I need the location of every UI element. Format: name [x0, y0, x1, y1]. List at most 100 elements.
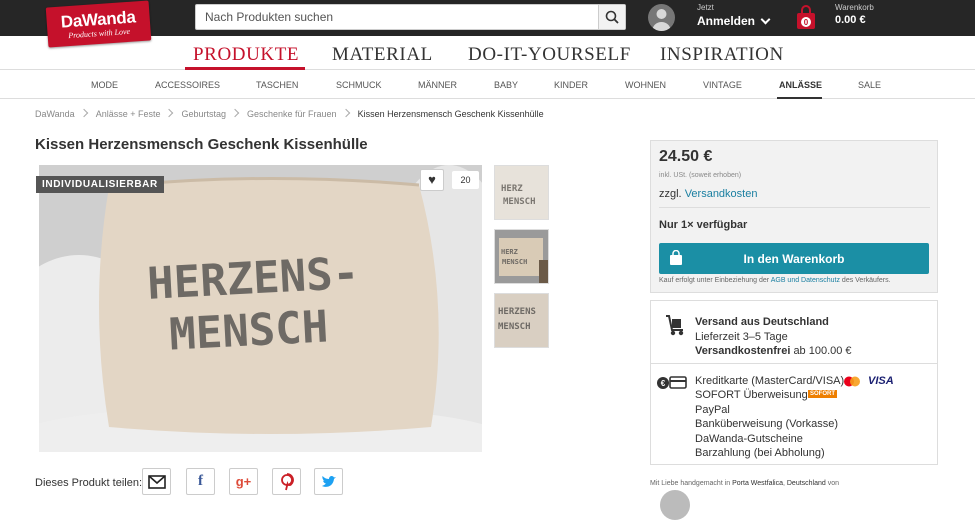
hand-truck-icon: [666, 315, 684, 336]
chevron-right-icon: [79, 108, 88, 118]
envelope-icon: [147, 475, 166, 489]
category-accessoires[interactable]: ACCESSOIRES: [155, 80, 220, 90]
cart-link[interactable]: Warenkorb 0.00 €: [835, 3, 874, 26]
category-schmuck[interactable]: SCHMUCK: [336, 80, 382, 90]
category-baby[interactable]: BABY: [494, 80, 518, 90]
thumbnail-1[interactable]: HERZ MENSCH: [494, 165, 549, 220]
handmade-note: Mit Liebe handgemacht in Porta Westfalic…: [650, 480, 839, 487]
svg-text:MENSCH: MENSCH: [502, 258, 527, 266]
cart-count: 0: [804, 18, 809, 27]
delivery-title: Versand aus Deutschland: [695, 316, 829, 328]
main-nav-diy[interactable]: DO-IT-YOURSELF: [468, 44, 631, 66]
product-main-image[interactable]: HERZENS- MENSCH: [39, 165, 482, 452]
category-anlaesse[interactable]: ANLÄSSE: [779, 80, 822, 90]
facebook-icon[interactable]: f: [186, 468, 215, 495]
legal-pre: Kauf erfolgt unter Einbeziehung der: [659, 277, 770, 284]
share-label: Dieses Produkt teilen:: [35, 477, 142, 489]
breadcrumb-item[interactable]: DaWanda: [35, 109, 75, 119]
login-small-label: Jetzt: [697, 3, 714, 12]
pinterest-icon[interactable]: [272, 468, 301, 495]
category-nav: MODE ACCESSOIRES TASCHEN SCHMUCK MÄNNER …: [0, 71, 975, 99]
svg-text:MENSCH: MENSCH: [498, 322, 531, 332]
chevron-right-icon: [341, 108, 350, 118]
main-nav-inspiration[interactable]: INSPIRATION: [660, 44, 784, 66]
category-sale[interactable]: SALE: [858, 80, 881, 90]
main-nav-material[interactable]: MATERIAL: [332, 44, 433, 66]
breadcrumb-current: Kissen Herzensmensch Geschenk Kissenhüll…: [357, 109, 544, 119]
category-vintage[interactable]: VINTAGE: [703, 80, 742, 90]
shipping-prefix: zzgl.: [659, 188, 682, 200]
active-category-underline: [777, 97, 822, 99]
mastercard-icon: [844, 376, 860, 387]
breadcrumb-item[interactable]: Geburtstag: [181, 109, 226, 119]
shipping-line: zzgl. Versandkosten: [659, 188, 757, 200]
handmade-pre: Mit Liebe handgemacht in: [650, 480, 731, 487]
main-nav-produkte[interactable]: PRODUKTE: [193, 44, 299, 66]
category-mode[interactable]: MODE: [91, 80, 118, 90]
thumbnail-2[interactable]: HERZ MENSCH: [494, 229, 549, 284]
handmade-place[interactable]: Porta Westfalica: [732, 480, 783, 487]
search-icon: [605, 10, 619, 24]
free-shipping-bold: Versandkostenfrei: [695, 345, 791, 357]
seller-avatar[interactable]: [660, 490, 690, 520]
thumbnail-3[interactable]: HERZENS MENSCH: [494, 293, 549, 348]
payment-method: DaWanda-Gutscheine: [695, 433, 803, 445]
legal-post: des Verkäufers.: [841, 277, 891, 284]
payment-method: SOFORT Überweisung: [695, 389, 808, 401]
svg-text:HERZ: HERZ: [501, 184, 523, 194]
cart-total: 0.00 €: [835, 14, 866, 26]
chevron-right-icon: [165, 108, 174, 118]
payment-method: Kreditkarte (MasterCard/VISA): [695, 375, 845, 387]
login-menu[interactable]: Jetzt Anmelden: [697, 3, 755, 28]
terms-link[interactable]: AGB und Datenschutz: [771, 277, 840, 284]
add-to-cart-label: In den Warenkorb: [743, 252, 845, 266]
legal-note: Kauf erfolgt unter Einbeziehung der AGB …: [659, 277, 891, 284]
user-avatar-icon[interactable]: [648, 4, 675, 31]
image-text-line2: MENSCH: [168, 301, 329, 360]
chevron-right-icon: [230, 108, 240, 118]
payment-icon: €: [657, 376, 687, 389]
breadcrumb-item[interactable]: Anlässe + Feste: [96, 109, 161, 119]
product-title: Kissen Herzensmensch Geschenk Kissenhüll…: [35, 136, 368, 153]
svg-text:HERZENS: HERZENS: [498, 307, 536, 317]
sofort-icon: SOFORT: [808, 390, 837, 398]
search-box: [195, 4, 626, 30]
visa-icon: VISA: [868, 375, 894, 387]
search-input[interactable]: [196, 5, 596, 29]
shipping-costs-link[interactable]: Versandkosten: [685, 188, 758, 200]
favorite-count: 20: [452, 171, 479, 189]
category-taschen[interactable]: TASCHEN: [256, 80, 298, 90]
breadcrumb: DaWanda Anlässe + Feste Geburtstag Geschenk…: [35, 108, 544, 119]
category-maenner[interactable]: MÄNNER: [418, 80, 457, 90]
dawanda-logo[interactable]: DaWanda Products with Love: [45, 0, 152, 48]
customizable-badge: INDIVIDUALISIERBAR: [36, 176, 164, 193]
tax-note: inkl. USt. (soweit erhoben): [659, 172, 742, 179]
twitter-icon[interactable]: [314, 468, 343, 495]
handmade-country: Deutschland: [786, 480, 826, 487]
delivery-time: Lieferzeit 3–5 Tage: [695, 331, 788, 343]
svg-text:HERZ: HERZ: [501, 248, 518, 256]
free-shipping-threshold: ab 100.00 €: [793, 345, 852, 357]
product-price: 24.50 €: [659, 148, 713, 165]
divider: [659, 207, 930, 208]
svg-text:MENSCH: MENSCH: [503, 197, 536, 207]
heart-icon[interactable]: ♥: [420, 169, 444, 191]
share-email-button[interactable]: [142, 468, 171, 495]
free-shipping: Versandkostenfrei ab 100.00 €: [695, 345, 852, 357]
add-to-cart-button[interactable]: In den Warenkorb: [659, 243, 929, 274]
handmade-post: von: [827, 480, 840, 487]
svg-text:€: €: [661, 379, 666, 388]
search-button[interactable]: [598, 5, 625, 29]
payment-method: PayPal: [695, 404, 730, 416]
handmade-comma: ,: [782, 480, 785, 487]
payment-method: Barzahlung (bei Abholung): [695, 447, 825, 459]
google-plus-icon[interactable]: g+: [229, 468, 258, 495]
active-nav-underline: [185, 67, 305, 70]
category-kinder[interactable]: KINDER: [554, 80, 588, 90]
availability: Nur 1× verfügbar: [659, 219, 748, 231]
cart-label: Warenkorb: [835, 3, 874, 12]
category-wohnen[interactable]: WOHNEN: [625, 80, 666, 90]
payment-method: Banküberweisung (Vorkasse): [695, 418, 839, 430]
shopping-bag-icon[interactable]: 0: [795, 5, 817, 30]
breadcrumb-item[interactable]: Geschenke für Frauen: [247, 109, 337, 119]
